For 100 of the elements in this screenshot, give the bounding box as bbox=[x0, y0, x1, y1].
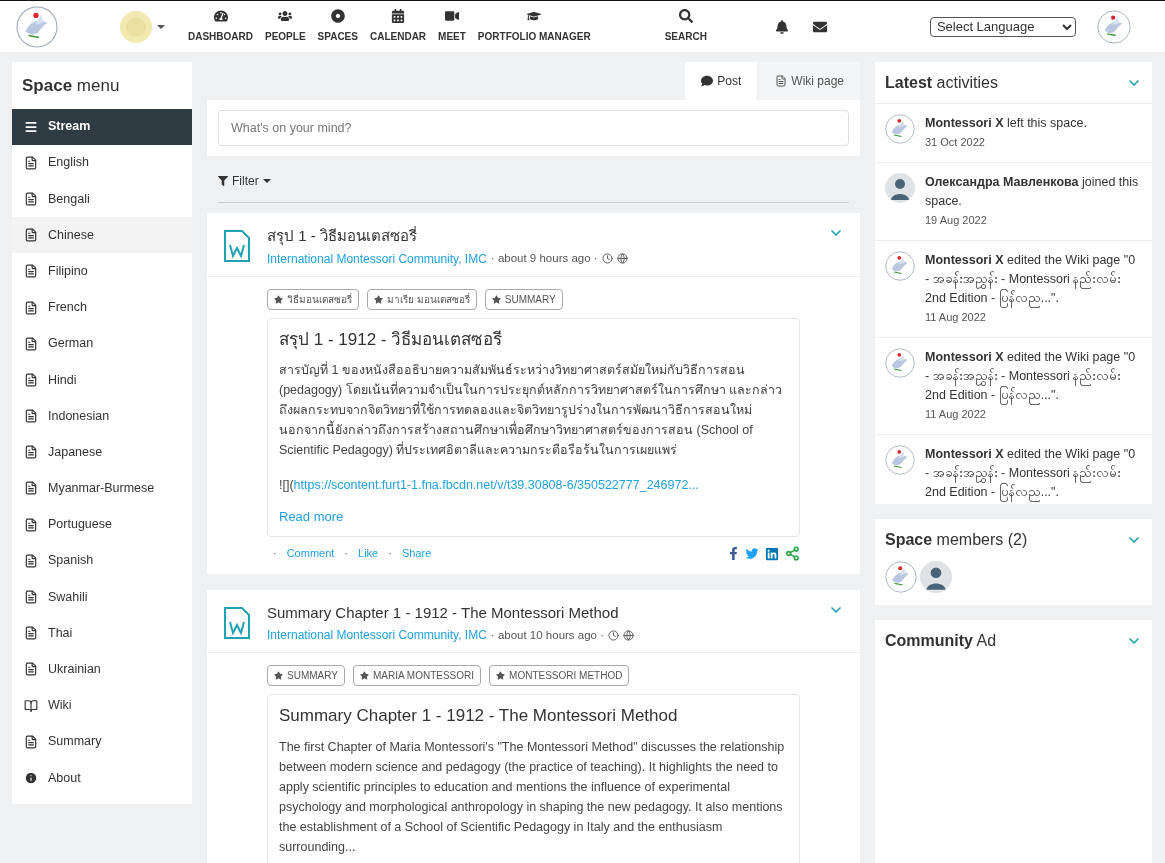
post-time: · about 9 hours ago · bbox=[490, 250, 598, 266]
document-icon bbox=[24, 155, 38, 170]
wiki-document-icon bbox=[223, 229, 251, 263]
avatar-logo-icon bbox=[885, 348, 915, 378]
filter-button[interactable]: Filter bbox=[218, 168, 271, 194]
document-icon bbox=[24, 264, 38, 279]
content-heading: Summary Chapter 1 - 1912 - The Montessori Method bbox=[279, 705, 679, 728]
language-select[interactable]: Select Language bbox=[929, 16, 1076, 37]
nav-item[interactable]: PEOPLE bbox=[259, 9, 312, 44]
post-input-field[interactable]: What's on your mind? bbox=[218, 110, 849, 146]
document-icon bbox=[24, 517, 38, 532]
activity-date: 19 Aug 2022 bbox=[925, 213, 988, 228]
video-camera-icon bbox=[444, 9, 459, 23]
activity-date: 11 Aug 2022 bbox=[925, 407, 987, 422]
nav-item[interactable]: CALENDAR bbox=[363, 9, 433, 44]
avatar-logo-icon bbox=[885, 445, 915, 475]
clock-icon bbox=[601, 253, 613, 264]
clock-icon bbox=[608, 629, 620, 641]
filter-icon bbox=[218, 176, 228, 186]
document-icon bbox=[24, 553, 38, 568]
avatar-logo-icon bbox=[885, 114, 915, 144]
content-heading: สรุป 1 - 1912 - วิธีมอนเตสซอรี bbox=[279, 328, 504, 352]
panel-title: Latest activities bbox=[885, 72, 998, 93]
activity-text: Montessori X edited the Wiki page "0 - အခန်းအညွှန်း - Montessori နည်းလမ်း 2nd Edition - ပြန်လည...". bbox=[925, 445, 1142, 502]
search-icon bbox=[678, 9, 693, 23]
caret-icon bbox=[262, 178, 271, 184]
search-nav-item[interactable]: SEARCH bbox=[664, 9, 707, 44]
avatar-logo-icon bbox=[885, 561, 917, 593]
document-icon bbox=[24, 228, 38, 243]
nav-item[interactable]: SPACES bbox=[311, 9, 364, 44]
topic-tag[interactable]: SUMMARY bbox=[267, 665, 345, 687]
post-title[interactable]: Summary Chapter 1 - 1912 - The Montessori Method bbox=[267, 601, 828, 625]
panel-title: Space menu bbox=[21, 75, 121, 97]
document-icon bbox=[24, 481, 38, 496]
star-icon bbox=[359, 671, 369, 681]
star-icon bbox=[496, 671, 506, 681]
activity-text: Олександра Мавленкова joined this space. bbox=[925, 174, 1140, 210]
activity-item[interactable]: Montessori X left this space. 31 Oct 2022 bbox=[875, 104, 1152, 163]
topic-tag[interactable]: MARIA MONTESSORI bbox=[352, 665, 482, 687]
info-icon bbox=[24, 770, 38, 785]
avatar-silhouette-icon bbox=[885, 173, 915, 203]
document-icon bbox=[24, 191, 38, 206]
document-icon bbox=[24, 734, 38, 749]
panel-title: Community Ad bbox=[885, 631, 997, 651]
activity-item[interactable]: Montessori X edited the Wiki page "0 - အခန်းအညွှန်း - Montessori နည်းလမ်း 2nd Edition - ပြန်လည...". 11 Aug 2022 bbox=[875, 338, 1152, 435]
separator-dot: · bbox=[388, 546, 392, 562]
share-icon[interactable] bbox=[785, 546, 800, 561]
star-icon bbox=[374, 294, 383, 304]
activity-date: 31 Oct 2022 bbox=[925, 135, 986, 150]
graduation-cap-icon bbox=[527, 9, 542, 23]
mail-icon[interactable] bbox=[812, 19, 827, 34]
document-icon bbox=[24, 626, 38, 641]
space-menu-item[interactable]: Chinese bbox=[12, 217, 192, 254]
activity-text: Montessori X edited the Wiki page "0 - အခန်းအညွှန်း - Montessori နည်းလမ်း 2nd Edition - ပြန်လည...". bbox=[925, 348, 1142, 405]
logo-icon bbox=[16, 5, 58, 48]
star-icon bbox=[274, 671, 283, 681]
panel-title: Space members (2) bbox=[885, 530, 1028, 550]
people-icon bbox=[278, 9, 293, 23]
activity-text: Montessori X left this space. bbox=[925, 115, 1087, 132]
activity-item[interactable]: Montessori X edited the Wiki page "0 - အခန်းအညွှန်း - Montessori နည်းလမ်း 2nd Edition - ပြန်လည...". 11 Aug 2022 bbox=[875, 241, 1152, 338]
topic-tag[interactable]: วิธีมอนเตสซอรี่ bbox=[267, 288, 359, 310]
document-icon bbox=[24, 372, 38, 387]
topic-tag[interactable]: SUMMARY bbox=[484, 288, 563, 310]
globe-icon bbox=[616, 253, 628, 264]
twitter-icon[interactable] bbox=[745, 547, 759, 560]
linkedin-icon[interactable] bbox=[765, 546, 779, 561]
facebook-icon[interactable] bbox=[728, 547, 739, 560]
post-title[interactable]: สรุป 1 - วิธีมอนเตสซอรี่ bbox=[267, 225, 828, 248]
content-text: The first Chapter of Maria Montessori's "The Montessori Method" discusses the relationship between modern science and pedagogy (the practice of teaching). It highlights the need to apply scientific principles to education and mentions the influence of experimental psychology and morphological anthropology in shaping the new pedagogy. It also mentions the establishment of a School of Scientific Pedagogy in Italy and the enthusiasm surrounding... bbox=[279, 738, 786, 856]
wiki-document-icon bbox=[223, 605, 251, 640]
nav-item[interactable]: DASHBOARD bbox=[182, 9, 259, 44]
post-tab[interactable]: Wiki page bbox=[759, 62, 860, 100]
nav-item[interactable]: MEET bbox=[432, 9, 472, 44]
content-text: สารบัญที่ 1 ของหนังสืออธิบายความสัมพันธ์ระหว่างวิทยาศาสตร์สมัยใหม่กับวิธีการสอน (pedagogy) โดยเน้นที่ความจำเป็นในการประยุกต์หลักการวิทยาศาสตร์ในการศึกษา และกล่าวถึงผลกระทบจากจิตวิทยาที่ใช้การทดลองและจิตวิทยารูปร่างในการพัฒนาวิธีการสอนใหม่ นอกจากนี้ยังกล่าวถึงการสร้างสถานศึกษาเพื่อศึกษาวิทยาศาสตร์ของการสอน (School of Scientific Pedagogy) ที่ประเทศอิตาลีและความกระตือรือร้นในการเผยแพร่ bbox=[279, 360, 784, 459]
speech-bubble-icon bbox=[701, 75, 714, 87]
document-icon bbox=[775, 75, 788, 87]
activity-item[interactable]: Montessori X edited the Wiki page "0 - အခန်းအညွှန်း - Montessori နည်းလမ်း 2nd Edition - ပြန်လည...". bbox=[875, 435, 1152, 504]
post-time: · about 10 hours ago · bbox=[490, 627, 605, 643]
avatar-logo-icon bbox=[885, 251, 915, 281]
star-icon bbox=[491, 294, 501, 304]
globe-icon bbox=[623, 629, 635, 641]
space-menu-item[interactable]: Stream bbox=[12, 108, 192, 145]
dashboard-gauge-icon bbox=[213, 9, 228, 23]
avatar-silhouette-icon bbox=[920, 561, 952, 593]
profile-avatar-icon bbox=[1097, 9, 1131, 44]
notifications-icon[interactable] bbox=[774, 19, 789, 34]
image-markup-line: ![](https://scontent.furt1-1.fna.fbcdn.net/v/t39.30808-6/350522777_246972... bbox=[279, 477, 700, 494]
topic-tag[interactable]: มาเรีย มอนเตสซอรี่ bbox=[367, 288, 477, 310]
topic-tag[interactable]: MONTESSORI METHOD bbox=[489, 665, 630, 687]
post-tab[interactable]: Post bbox=[685, 62, 758, 100]
star-icon bbox=[274, 294, 283, 304]
caret-icon[interactable] bbox=[156, 23, 166, 30]
calendar-icon bbox=[391, 9, 405, 23]
document-icon bbox=[24, 409, 38, 424]
document-icon bbox=[24, 300, 38, 315]
document-icon bbox=[24, 336, 38, 351]
nav-item[interactable]: PORTFOLIO MANAGER bbox=[471, 9, 597, 44]
separator-dot: · bbox=[273, 546, 277, 562]
book-icon bbox=[24, 698, 38, 713]
activity-item[interactable]: Олександра Мавленкова joined this space. 19 Aug 2022 bbox=[875, 163, 1152, 241]
